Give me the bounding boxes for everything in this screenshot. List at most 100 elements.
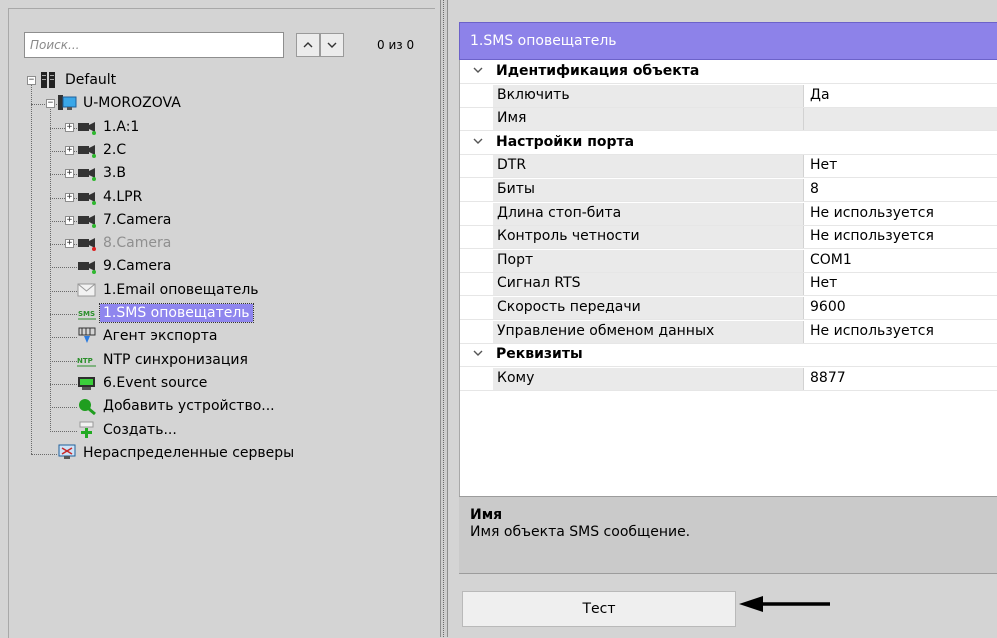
- property-gutter: [460, 202, 493, 225]
- property-gutter: [460, 226, 493, 249]
- property-row[interactable]: Порт COM1: [460, 249, 997, 273]
- property-value[interactable]: Нет: [804, 155, 997, 177]
- tree-item-1-a-1[interactable]: +1.A:1: [65, 116, 142, 138]
- property-row[interactable]: Скорость передачи 9600: [460, 297, 997, 320]
- tree-item-label: 1.Email оповещатель: [103, 281, 259, 298]
- test-button[interactable]: Тест: [462, 591, 736, 627]
- property-value[interactable]: Нет: [804, 273, 997, 295]
- svg-text:SMS: SMS: [78, 310, 95, 318]
- tree-connector-line: [50, 290, 77, 292]
- tree-item-9-camera[interactable]: 9.Camera: [77, 255, 174, 277]
- property-grid: Идентификация объекта Включить Да Имя Настро…: [459, 60, 997, 519]
- expand-icon[interactable]: +: [65, 239, 74, 249]
- property-gutter: [460, 320, 493, 343]
- tree-item-6-event-source[interactable]: 6.Event source: [77, 372, 210, 394]
- camera-icon: [77, 234, 97, 252]
- collapse-icon[interactable]: −: [27, 76, 36, 85]
- property-category[interactable]: Идентификация объекта: [460, 61, 997, 84]
- collapse-icon[interactable]: −: [46, 99, 55, 109]
- tree-item-1-email-оповещатель[interactable]: 1.Email оповещатель: [77, 279, 262, 301]
- chevron-up-icon: [303, 42, 313, 48]
- property-name: Контроль четности: [493, 226, 804, 249]
- property-value[interactable]: Не используется: [804, 321, 997, 343]
- chevron-down-icon[interactable]: [473, 64, 483, 77]
- tree-item-добавить-устройство[interactable]: Добавить устройство...: [77, 395, 278, 417]
- property-category-label: Идентификация объекта: [496, 63, 700, 79]
- property-category-label: Реквизиты: [496, 346, 583, 363]
- property-value[interactable]: COM1: [804, 250, 997, 272]
- search-input[interactable]: [24, 32, 284, 58]
- property-value[interactable]: Не используется: [804, 226, 997, 248]
- property-category[interactable]: Реквизиты: [460, 344, 997, 368]
- tree-item-label: 4.LPR: [103, 188, 143, 205]
- expand-icon[interactable]: +: [65, 145, 74, 155]
- property-row[interactable]: Кому 8877: [460, 367, 997, 391]
- tree-connector-line: [50, 314, 77, 315]
- computer-icon: [57, 94, 77, 112]
- property-value[interactable]: Да: [804, 85, 997, 107]
- camera-icon: [77, 118, 97, 136]
- chevron-down-icon[interactable]: [473, 135, 483, 148]
- camera-icon: [77, 141, 97, 159]
- property-name: DTR: [493, 155, 804, 178]
- expand-icon[interactable]: +: [65, 215, 74, 225]
- property-row[interactable]: Имя: [460, 108, 997, 132]
- arrow-annotation-icon: [739, 596, 830, 612]
- email-icon: [77, 281, 97, 299]
- search-previous-button[interactable]: [296, 33, 320, 57]
- ntp-icon: NTP: [77, 351, 97, 369]
- property-name: Скорость передачи: [493, 297, 804, 319]
- property-value[interactable]: Не используется: [804, 203, 997, 225]
- tree-connector-line: [50, 267, 77, 269]
- property-value[interactable]: 8877: [804, 368, 997, 390]
- property-category[interactable]: Настройки порта: [460, 131, 997, 155]
- expand-icon[interactable]: +: [65, 192, 74, 202]
- panel-splitter[interactable]: [440, 0, 448, 637]
- tree-item-1-sms-оповещатель[interactable]: SMS 1.SMS оповещатель: [77, 302, 254, 324]
- tree-item-агент-экспорта[interactable]: Агент экспорта: [77, 325, 220, 347]
- chevron-down-icon[interactable]: [473, 347, 483, 360]
- tree-item-7-camera[interactable]: +7.Camera: [65, 209, 174, 231]
- search-next-button[interactable]: [320, 33, 344, 57]
- property-row[interactable]: DTR Нет: [460, 155, 997, 179]
- description-text: Имя объекта SMS сообщение.: [470, 524, 691, 540]
- property-row[interactable]: Включить Да: [460, 84, 997, 108]
- property-gutter: [460, 179, 493, 201]
- property-gutter: [460, 249, 493, 272]
- property-gutter: [460, 84, 493, 107]
- property-value[interactable]: 8: [804, 179, 997, 201]
- tree-item-label: 3.B: [103, 165, 126, 182]
- property-row[interactable]: Управление обменом данных Не используется: [460, 320, 997, 344]
- camera-icon: [77, 211, 97, 229]
- property-row[interactable]: Длина стоп-бита Не используется: [460, 202, 997, 226]
- expand-icon[interactable]: +: [65, 169, 74, 179]
- tree-item-label: 2.C: [103, 141, 127, 158]
- tree-item-default[interactable]: − Default: [27, 69, 119, 91]
- tree-item-3-b[interactable]: +3.B: [65, 162, 129, 184]
- camera-icon: [77, 164, 97, 182]
- tree-connector-line: [31, 453, 57, 455]
- property-name: Имя: [493, 108, 804, 131]
- property-row[interactable]: Сигнал RTS Нет: [460, 273, 997, 297]
- camera-icon: [77, 257, 97, 275]
- tree-item-8-camera[interactable]: +8.Camera: [65, 232, 174, 254]
- tree-item-ntp-синхронизация[interactable]: NTP NTP синхронизация: [77, 349, 251, 371]
- property-row[interactable]: Контроль четности Не используется: [460, 226, 997, 250]
- property-row[interactable]: Биты 8: [460, 179, 997, 202]
- tree-item-4-lpr[interactable]: +4.LPR: [65, 186, 145, 208]
- tree-item-label: 8.Camera: [103, 235, 172, 252]
- tree-connector-line: [31, 81, 32, 454]
- tree-item-создать[interactable]: Создать...: [77, 419, 180, 441]
- tree-item-label: 7.Camera: [103, 211, 172, 228]
- expand-icon[interactable]: +: [65, 122, 74, 132]
- tree-connector-line: [50, 407, 77, 409]
- tree-item-u-morozova[interactable]: − U-MOROZOVA: [46, 92, 184, 114]
- description-title: Имя: [470, 507, 503, 523]
- tree-item-label: Default: [65, 72, 117, 88]
- property-value[interactable]: [804, 108, 997, 131]
- tree-item-2-c[interactable]: +2.C: [65, 139, 129, 161]
- property-value[interactable]: 9600: [804, 297, 997, 319]
- tree-item-нераспределенные-серверы[interactable]: Нераспределенные серверы: [57, 442, 297, 464]
- export-agent-icon: [77, 327, 97, 345]
- event-source-icon: [77, 374, 97, 392]
